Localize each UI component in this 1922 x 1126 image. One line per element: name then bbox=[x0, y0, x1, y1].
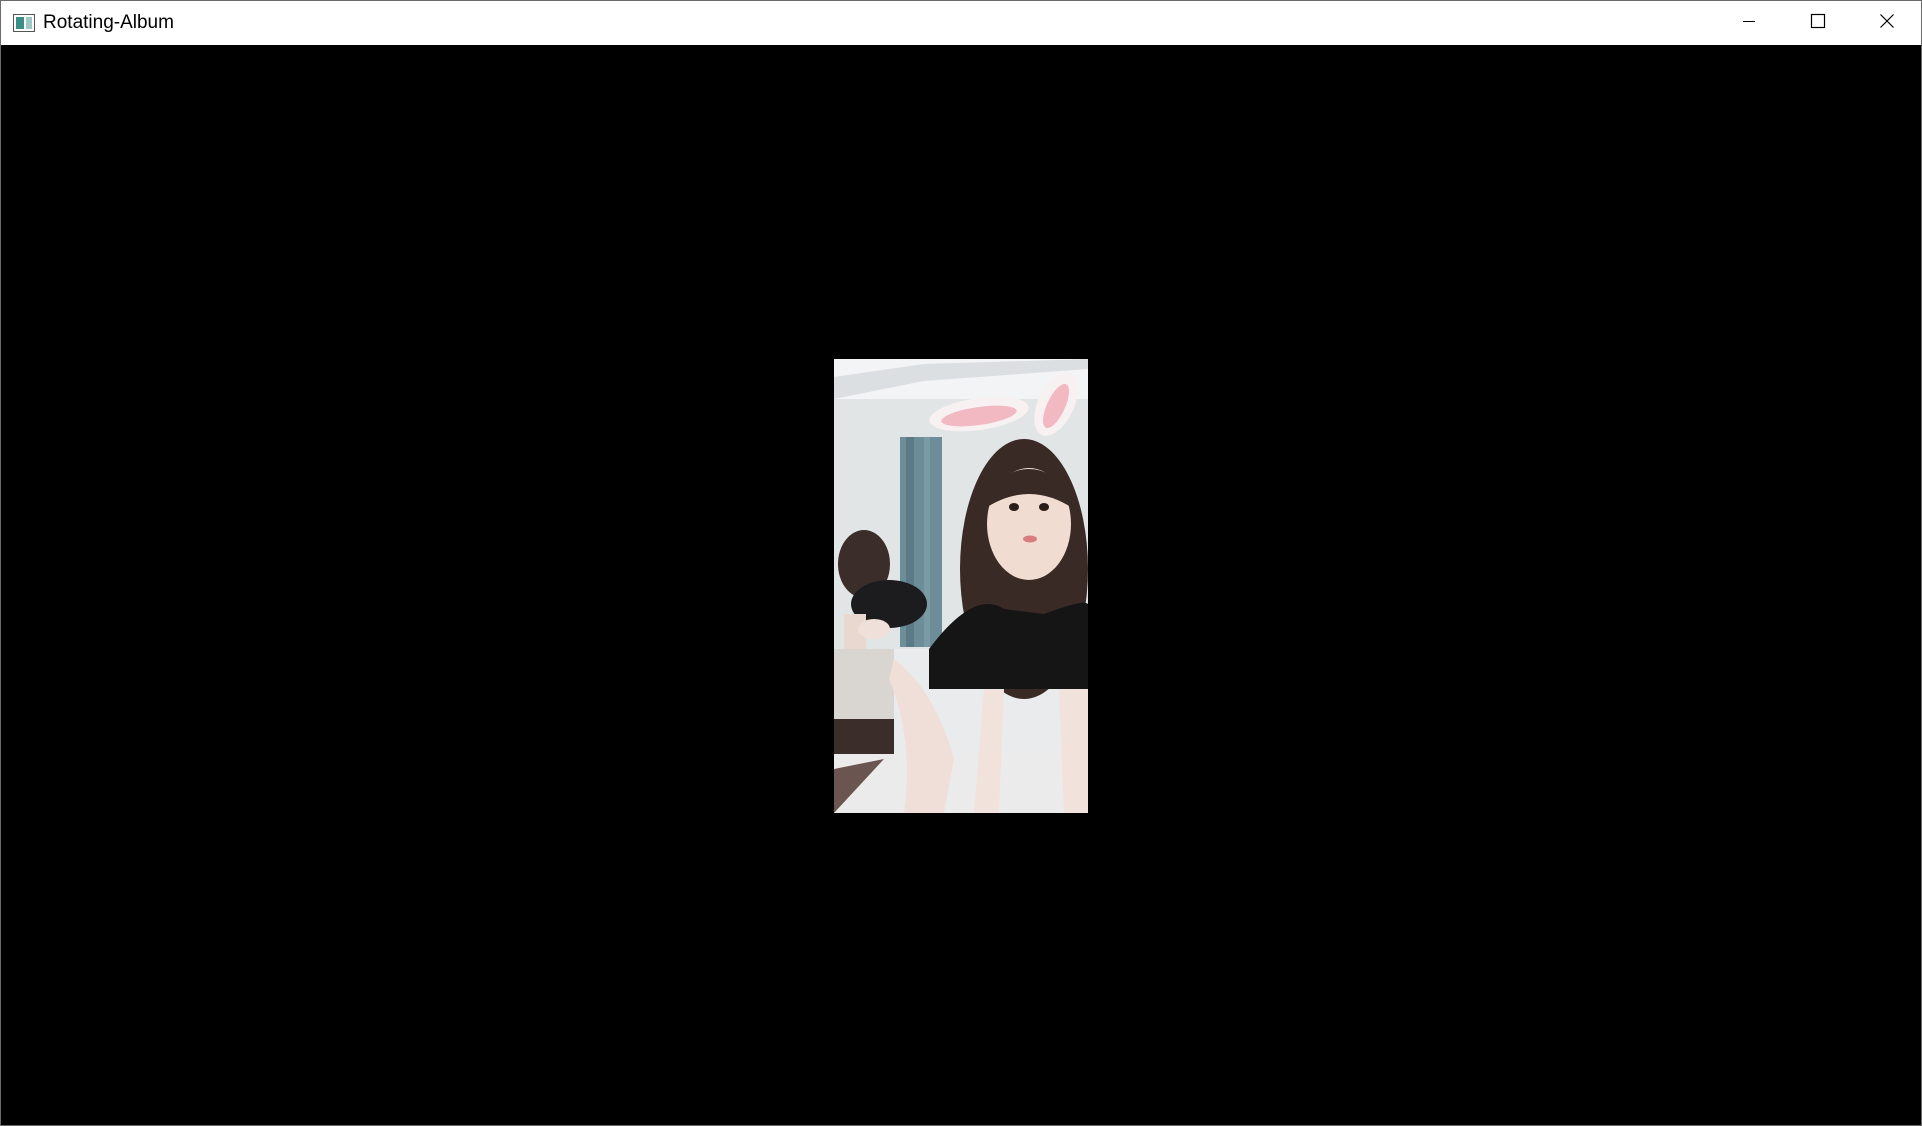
minimize-icon bbox=[1741, 13, 1757, 34]
app-window-icon bbox=[13, 14, 35, 32]
window-title: Rotating-Album bbox=[43, 12, 174, 33]
album-photo[interactable] bbox=[834, 359, 1088, 813]
title-bar[interactable]: Rotating-Album bbox=[1, 1, 1921, 45]
window-controls bbox=[1714, 1, 1921, 45]
close-button[interactable] bbox=[1852, 1, 1921, 45]
app-window: Rotating-Album bbox=[0, 0, 1922, 1126]
maximize-button[interactable] bbox=[1783, 1, 1852, 45]
maximize-icon bbox=[1810, 13, 1826, 34]
close-icon bbox=[1879, 13, 1895, 34]
minimize-button[interactable] bbox=[1714, 1, 1783, 45]
album-canvas[interactable] bbox=[1, 45, 1921, 1125]
